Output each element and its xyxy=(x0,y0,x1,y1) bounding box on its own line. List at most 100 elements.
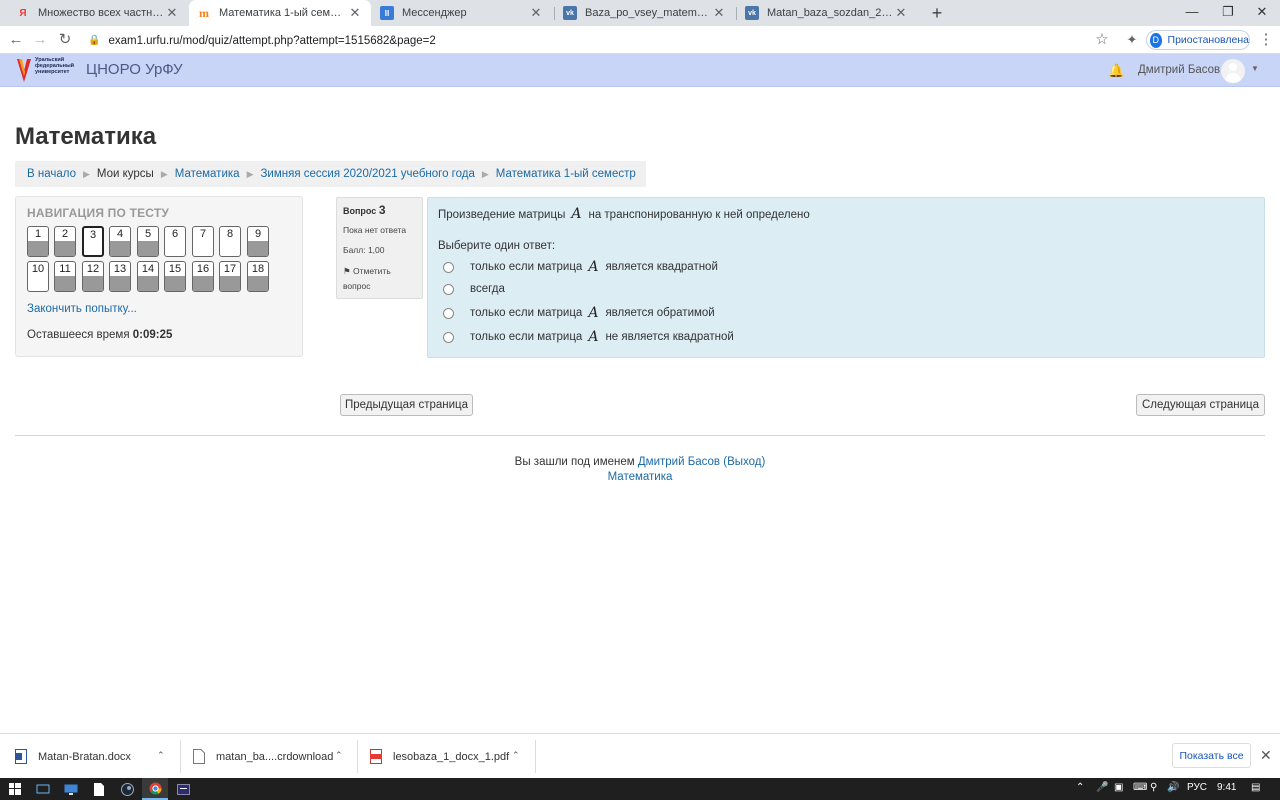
answer-radio[interactable] xyxy=(443,261,454,273)
quiz-nav-button-12[interactable]: 12 xyxy=(82,261,104,292)
answer-radio[interactable] xyxy=(443,283,454,295)
browser-tab-5[interactable]: vk Matan_baza_sozdan_2021_ntk (1) ✕ xyxy=(737,0,917,26)
start-icon[interactable] xyxy=(2,778,28,800)
footer-logout-link[interactable]: (Выход) xyxy=(723,456,765,468)
answer-option-c[interactable]: только если матрица Aявляется обратимой xyxy=(443,305,715,321)
quiz-nav-button-8[interactable]: 8 xyxy=(219,226,241,257)
back-icon[interactable]: ← xyxy=(5,29,27,51)
close-tab-icon[interactable]: ✕ xyxy=(528,5,544,21)
document-icon[interactable] xyxy=(86,778,112,800)
question-state: Пока нет ответа xyxy=(343,225,407,235)
keyboard-icon[interactable]: ⌨ xyxy=(1133,782,1147,793)
quiz-nav-button-11[interactable]: 11 xyxy=(54,261,76,292)
user-menu-name[interactable]: Дмитрий Басов xyxy=(1138,64,1220,76)
notifications-icon[interactable]: ▤ xyxy=(1251,782,1260,793)
close-window-icon[interactable]: ✕ xyxy=(1244,0,1280,26)
task-view-icon[interactable] xyxy=(30,778,56,800)
breadcrumb-session[interactable]: Зимняя сессия 2020/2021 учебного года xyxy=(260,168,474,180)
download-separator xyxy=(357,740,358,773)
browser-menu-icon[interactable]: ⋮ xyxy=(1255,29,1277,51)
monitor-icon[interactable]: ▣ xyxy=(1114,782,1123,793)
close-tab-icon[interactable]: ✕ xyxy=(347,5,363,21)
profile-button[interactable]: D Приостановлена xyxy=(1146,30,1250,50)
quiz-nav-button-14[interactable]: 14 xyxy=(137,261,159,292)
urfu-logo[interactable]: Уральский федеральный университет xyxy=(16,56,78,86)
bookmark-star-icon[interactable]: ☆ xyxy=(1091,29,1113,51)
notifications-bell-icon[interactable]: 🔔 xyxy=(1108,63,1124,79)
restore-window-icon[interactable]: ❐ xyxy=(1210,0,1246,26)
page-title: Математика xyxy=(15,123,157,150)
footer-course-link[interactable]: Математика xyxy=(608,471,673,483)
breadcrumb-quiz[interactable]: Математика 1-ый семестр xyxy=(496,168,636,180)
browser-tab-1[interactable]: Я Множество всех частных решен ✕ xyxy=(8,0,188,26)
chevron-up-icon[interactable]: ⌃ xyxy=(335,750,343,761)
close-tab-icon[interactable]: ✕ xyxy=(893,5,909,21)
quiz-nav-button-17[interactable]: 17 xyxy=(219,261,241,292)
volume-icon[interactable]: 🔊 xyxy=(1167,782,1179,793)
footer-user-link[interactable]: Дмитрий Басов xyxy=(638,456,720,468)
answer-radio[interactable] xyxy=(443,331,454,343)
user-avatar[interactable] xyxy=(1221,59,1245,83)
answer-option-b[interactable]: всегда xyxy=(443,283,505,295)
previous-page-button[interactable]: Предыдущая страница xyxy=(340,394,473,416)
reload-icon[interactable]: ↻ xyxy=(54,29,76,51)
finish-attempt-link[interactable]: Закончить попытку... xyxy=(27,303,137,315)
pdf-icon xyxy=(370,749,382,764)
chrome-icon[interactable] xyxy=(142,778,168,800)
quiz-nav-button-3-current[interactable]: 3 xyxy=(82,226,104,257)
browser-tab-3[interactable]: II Мессенджер ✕ xyxy=(372,0,552,26)
microphone-icon[interactable]: 🎤 xyxy=(1096,782,1108,793)
tab-title: Baza_po_vsey_matematike_1.doc xyxy=(585,7,711,19)
show-all-downloads-button[interactable]: Показать все xyxy=(1172,743,1251,768)
browser-tab-4[interactable]: vk Baza_po_vsey_matematike_1.doc ✕ xyxy=(555,0,735,26)
quiz-nav-button-13[interactable]: 13 xyxy=(109,261,131,292)
quiz-nav-button-2[interactable]: 2 xyxy=(54,226,76,257)
chevron-up-icon[interactable]: ⌃ xyxy=(157,750,165,761)
quiz-nav-button-7[interactable]: 7 xyxy=(192,226,214,257)
downloads-bar: Matan-Bratan.docx ⌃ matan_ba....crdownlo… xyxy=(0,733,1280,778)
network-icon[interactable]: ⚲ xyxy=(1150,782,1157,793)
close-downloads-icon[interactable]: ✕ xyxy=(1260,747,1272,764)
quiz-nav-button-10[interactable]: 10 xyxy=(27,261,49,292)
quiz-nav-button-9[interactable]: 9 xyxy=(247,226,269,257)
download-item-1[interactable]: Matan-Bratan.docx xyxy=(15,734,131,779)
quiz-nav-button-6[interactable]: 6 xyxy=(164,226,186,257)
logo-text: Уральский федеральный университет xyxy=(35,57,75,75)
breadcrumb-home[interactable]: В начало xyxy=(27,168,76,180)
close-tab-icon[interactable]: ✕ xyxy=(164,5,180,21)
breadcrumb-course[interactable]: Математика xyxy=(175,168,240,180)
tray-chevron-up-icon[interactable]: ⌃ xyxy=(1076,782,1084,793)
answer-option-d[interactable]: только если матрица Aне является квадратн… xyxy=(443,329,734,345)
close-tab-icon[interactable]: ✕ xyxy=(711,5,727,21)
chevron-up-icon[interactable]: ⌃ xyxy=(512,750,520,761)
minimize-window-icon[interactable]: — xyxy=(1174,0,1210,26)
download-item-3[interactable]: lesobaza_1_docx_1.pdf xyxy=(370,734,509,779)
quiz-nav-button-4[interactable]: 4 xyxy=(109,226,131,257)
flag-question-button[interactable]: ⚑ Отметить вопрос xyxy=(343,264,416,294)
user-menu-caret-icon[interactable]: ▼ xyxy=(1251,64,1259,73)
browser-tab-2[interactable]: m Математика 1-ый семестр ✕ xyxy=(189,0,371,26)
quiz-nav-button-5[interactable]: 5 xyxy=(137,226,159,257)
browser-toolbar: ← → ↻ 🔒 exam1.urfu.ru/mod/quiz/attempt.p… xyxy=(0,26,1280,54)
next-page-button[interactable]: Следующая страница xyxy=(1136,394,1265,416)
quiz-navigation-heading: НАВИГАЦИЯ ПО ТЕСТУ xyxy=(27,206,170,220)
clock[interactable]: 9:41 xyxy=(1217,782,1236,793)
new-tab-button[interactable]: + xyxy=(926,2,948,24)
site-name[interactable]: ЦНОРО УрФУ xyxy=(86,61,183,78)
desktop-icon[interactable] xyxy=(58,778,84,800)
quiz-nav-button-1[interactable]: 1 xyxy=(27,226,49,257)
forward-icon[interactable]: → xyxy=(29,29,51,51)
app-icon[interactable] xyxy=(170,778,196,800)
language-indicator[interactable]: РУС xyxy=(1187,782,1207,793)
quiz-nav-button-16[interactable]: 16 xyxy=(192,261,214,292)
quiz-nav-button-18[interactable]: 18 xyxy=(247,261,269,292)
breadcrumb-separator-icon: ▶ xyxy=(82,168,90,179)
answer-option-a[interactable]: только если матрица Aявляется квадратной xyxy=(443,259,718,275)
quiz-nav-button-15[interactable]: 15 xyxy=(164,261,186,292)
answer-radio[interactable] xyxy=(443,307,454,319)
extensions-icon[interactable]: ✦ xyxy=(1121,29,1143,51)
docx-icon xyxy=(15,749,27,764)
download-item-2[interactable]: matan_ba....crdownload xyxy=(193,734,333,779)
steam-icon[interactable] xyxy=(114,778,140,800)
address-bar[interactable]: 🔒 exam1.urfu.ru/mod/quiz/attempt.php?att… xyxy=(88,30,1118,51)
